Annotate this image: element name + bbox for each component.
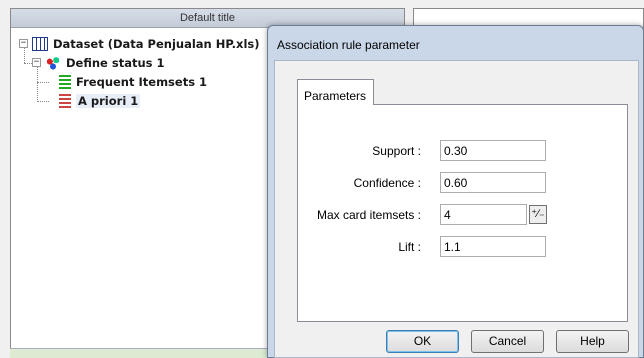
- lift-label: Lift :: [398, 240, 421, 254]
- tab-parameters[interactable]: Parameters: [297, 79, 374, 105]
- help-button[interactable]: Help: [556, 330, 629, 353]
- association-rule-dialog: Association rule parameter Parameters Su…: [267, 25, 644, 358]
- lift-input[interactable]: [440, 236, 546, 257]
- ok-button[interactable]: OK: [386, 330, 459, 353]
- apriori-icon: [59, 93, 71, 108]
- parameters-pane: Support : Confidence : Max card itemsets…: [297, 104, 628, 322]
- tree-node-label: Define status 1: [66, 55, 165, 70]
- tree-node-label: Frequent Itemsets 1: [76, 74, 208, 89]
- confidence-label: Confidence :: [353, 176, 421, 190]
- support-label: Support :: [372, 144, 421, 158]
- collapse-icon[interactable]: −: [19, 39, 28, 48]
- dialog-body: Parameters Support : Confidence : Max ca…: [274, 60, 639, 358]
- table-icon: [32, 36, 48, 51]
- cancel-button[interactable]: Cancel: [471, 330, 544, 353]
- max-card-itemsets-row: Max card itemsets : ⁺∕₋: [298, 204, 629, 226]
- tree-node-label: Dataset (Data Penjualan HP.xls): [53, 36, 260, 51]
- status-icon: [45, 55, 61, 70]
- dialog-title: Association rule parameter: [277, 38, 420, 52]
- collapse-icon[interactable]: −: [32, 58, 41, 67]
- frequent-itemsets-icon: [59, 74, 71, 89]
- support-input[interactable]: [440, 140, 546, 161]
- lift-row: Lift :: [298, 236, 629, 258]
- max-card-itemsets-input[interactable]: [440, 204, 527, 225]
- spinner-icon[interactable]: ⁺∕₋: [529, 205, 547, 224]
- confidence-row: Confidence :: [298, 172, 629, 194]
- tree-node-label: A priori 1: [76, 93, 141, 108]
- max-card-itemsets-label: Max card itemsets :: [316, 208, 421, 222]
- top-edge-strip: [0, 0, 60, 6]
- support-row: Support :: [298, 140, 629, 162]
- confidence-input[interactable]: [440, 172, 546, 193]
